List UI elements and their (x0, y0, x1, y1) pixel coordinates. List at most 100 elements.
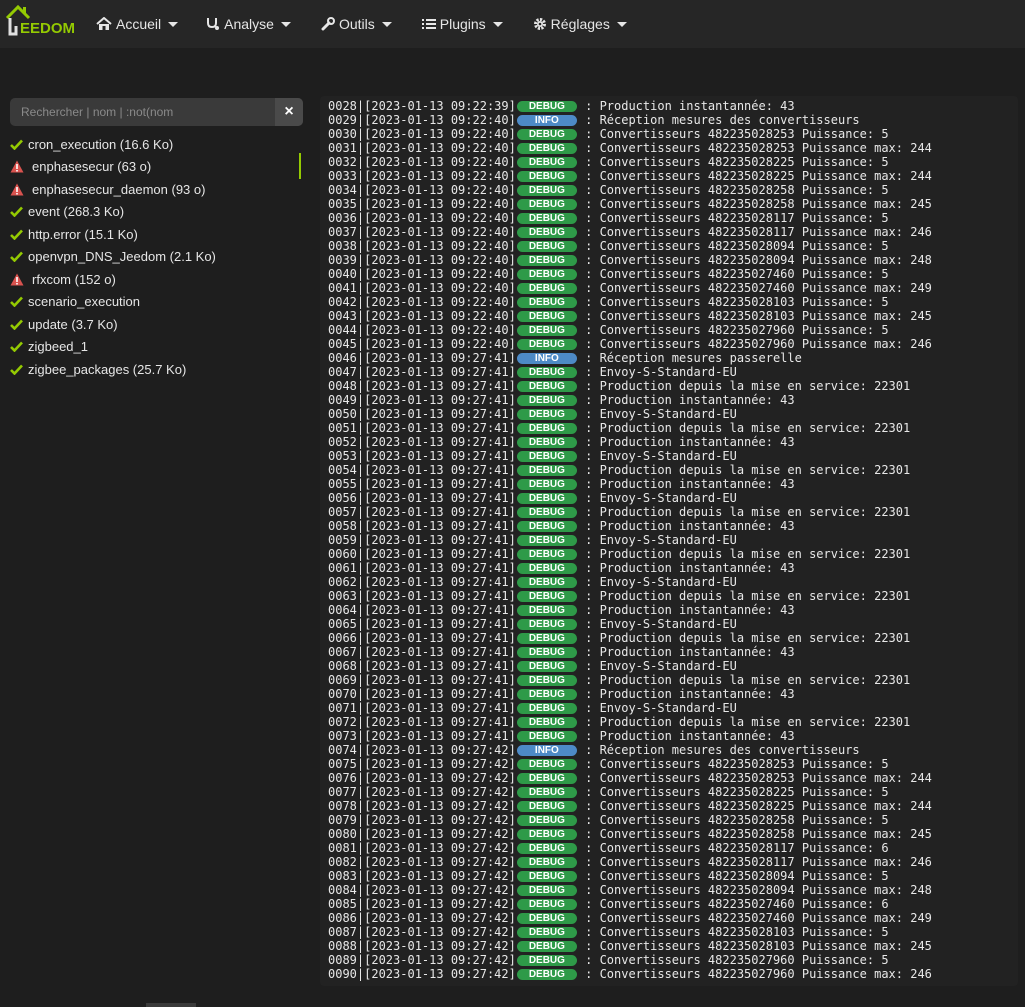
timestamp: 2023-01-13 09:27:42 (371, 967, 509, 981)
log-message: Production depuis la mise en service: 22… (599, 505, 911, 519)
line-number: 0042 (328, 295, 357, 309)
separator: ] (508, 673, 516, 687)
separator: ] (508, 309, 516, 323)
log-file-item[interactable]: http.error (15.1 Ko) (10, 223, 303, 246)
nav-plugins[interactable]: Plugins (421, 0, 503, 48)
separator: |[ (356, 659, 372, 673)
log-file-item[interactable]: enphasesecur_daemon (93 o) (10, 178, 303, 201)
log-message: Convertisseurs 482235028094 Puissance: 5 (599, 869, 889, 883)
level-badge: DEBUG (516, 926, 577, 938)
search-input[interactable] (10, 98, 303, 126)
separator: ] (508, 491, 516, 505)
separator: : (577, 617, 600, 631)
separator: : (577, 155, 600, 169)
bottom-handle[interactable] (146, 1003, 196, 1007)
log-file-item[interactable]: update (3.7 Ko) (10, 313, 303, 336)
log-message: Production instantannée: 43 (599, 99, 795, 113)
log-message: Convertisseurs 482235028253 Puissance ma… (599, 771, 932, 785)
separator: ] (508, 827, 516, 841)
separator: ] (508, 351, 516, 365)
log-content-panel[interactable]: 0028 |[2023-01-13 09:22:39] DEBUG : Produc… (320, 96, 1018, 986)
separator: |[ (356, 827, 372, 841)
level-badge: DEBUG (516, 828, 577, 840)
log-file-item[interactable]: cron_execution (16.6 Ko) (10, 133, 303, 156)
log-line: 0078 |[2023-01-13 09:27:42] DEBUG : Conver… (328, 799, 1018, 813)
jeedom-logo[interactable]: EEDOM (4, 0, 82, 48)
separator: : (577, 253, 600, 267)
separator: |[ (356, 645, 372, 659)
separator: ] (508, 505, 516, 519)
timestamp: 2023-01-13 09:27:41 (371, 603, 509, 617)
line-number: 0073 (328, 729, 357, 743)
nav-accueil[interactable]: Accueil (96, 0, 179, 48)
separator: ] (508, 799, 516, 813)
log-file-item[interactable]: enphasesecur (63 o) (10, 152, 303, 178)
separator: ] (508, 939, 516, 953)
separator: : (577, 631, 600, 645)
separator: |[ (356, 169, 372, 183)
line-number: 0071 (328, 701, 357, 715)
separator: |[ (356, 631, 372, 645)
separator: ] (508, 449, 516, 463)
timestamp: 2023-01-13 09:27:41 (371, 477, 509, 491)
log-message: Convertisseurs 482235028103 Puissance: 5 (599, 295, 889, 309)
log-line: 0076 |[2023-01-13 09:27:42] DEBUG : Conver… (328, 771, 1018, 785)
level-badge: DEBUG (516, 856, 577, 868)
nav-outils[interactable]: Outils (321, 0, 392, 48)
line-number: 0080 (328, 827, 357, 841)
log-file-item[interactable]: scenario_execution (10, 291, 303, 314)
timestamp: 2023-01-13 09:27:41 (371, 407, 509, 421)
timestamp: 2023-01-13 09:27:41 (371, 435, 509, 449)
separator: ] (508, 407, 516, 421)
separator: ] (508, 365, 516, 379)
log-line: 0032 |[2023-01-13 09:22:40] DEBUG : Conver… (328, 155, 1018, 169)
separator: |[ (356, 953, 372, 967)
level-badge: DEBUG (516, 590, 577, 602)
clear-search-button[interactable]: × (275, 98, 303, 126)
separator: ] (508, 855, 516, 869)
log-file-item[interactable]: zigbee_packages (25.7 Ko) (10, 358, 303, 381)
log-file-item[interactable]: rfxcom (152 o) (10, 268, 303, 291)
level-badge: DEBUG (516, 772, 577, 784)
list-icon (421, 18, 436, 30)
line-number: 0029 (328, 113, 357, 127)
nav-reglages[interactable]: Réglages (533, 0, 627, 48)
timestamp: 2023-01-13 09:27:42 (371, 953, 509, 967)
log-message: Convertisseurs 482235028103 Puissance ma… (599, 309, 932, 323)
log-message: Convertisseurs 482235028094 Puissance: 5 (599, 239, 889, 253)
log-line: 0071 |[2023-01-13 09:27:41] DEBUG : Envoy-… (328, 701, 1018, 715)
separator: : (577, 393, 600, 407)
line-number: 0078 (328, 799, 357, 813)
level-badge: DEBUG (516, 786, 577, 798)
log-message: Envoy-S-Standard-EU (599, 365, 737, 379)
log-message: Convertisseurs 482235027460 Puissance ma… (599, 281, 932, 295)
level-badge: DEBUG (516, 604, 577, 616)
level-badge: DEBUG (516, 310, 577, 322)
log-line: 0048 |[2023-01-13 09:27:41] DEBUG : Produc… (328, 379, 1018, 393)
separator: |[ (356, 505, 372, 519)
check-icon (10, 296, 28, 308)
log-message: Envoy-S-Standard-EU (599, 659, 737, 673)
level-badge: DEBUG (516, 842, 577, 854)
nav-label: Accueil (116, 16, 162, 32)
warning-icon (10, 273, 32, 286)
log-message: Convertisseurs 482235028225 Puissance: 5 (599, 155, 889, 169)
line-number: 0046 (328, 351, 357, 365)
separator: |[ (356, 841, 372, 855)
separator: : (577, 169, 600, 183)
line-number: 0060 (328, 547, 357, 561)
timestamp: 2023-01-13 09:27:41 (371, 631, 509, 645)
nav-analyse[interactable]: Analyse (206, 0, 291, 48)
level-badge: DEBUG (516, 436, 577, 448)
log-message: Production depuis la mise en service: 22… (599, 589, 911, 603)
log-file-item[interactable]: zigbeed_1 (10, 336, 303, 359)
timestamp: 2023-01-13 09:27:42 (371, 925, 509, 939)
home-icon (96, 17, 112, 31)
separator: ] (508, 953, 516, 967)
log-sidebar: × cron_execution (16.6 Ko) enphasesecur (… (10, 98, 303, 381)
separator: ] (508, 897, 516, 911)
log-file-item[interactable]: event (268.3 Ko) (10, 201, 303, 224)
log-message: Envoy-S-Standard-EU (599, 449, 737, 463)
log-file-item[interactable]: openvpn_DNS_Jeedom (2.1 Ko) (10, 246, 303, 269)
line-number: 0037 (328, 225, 357, 239)
